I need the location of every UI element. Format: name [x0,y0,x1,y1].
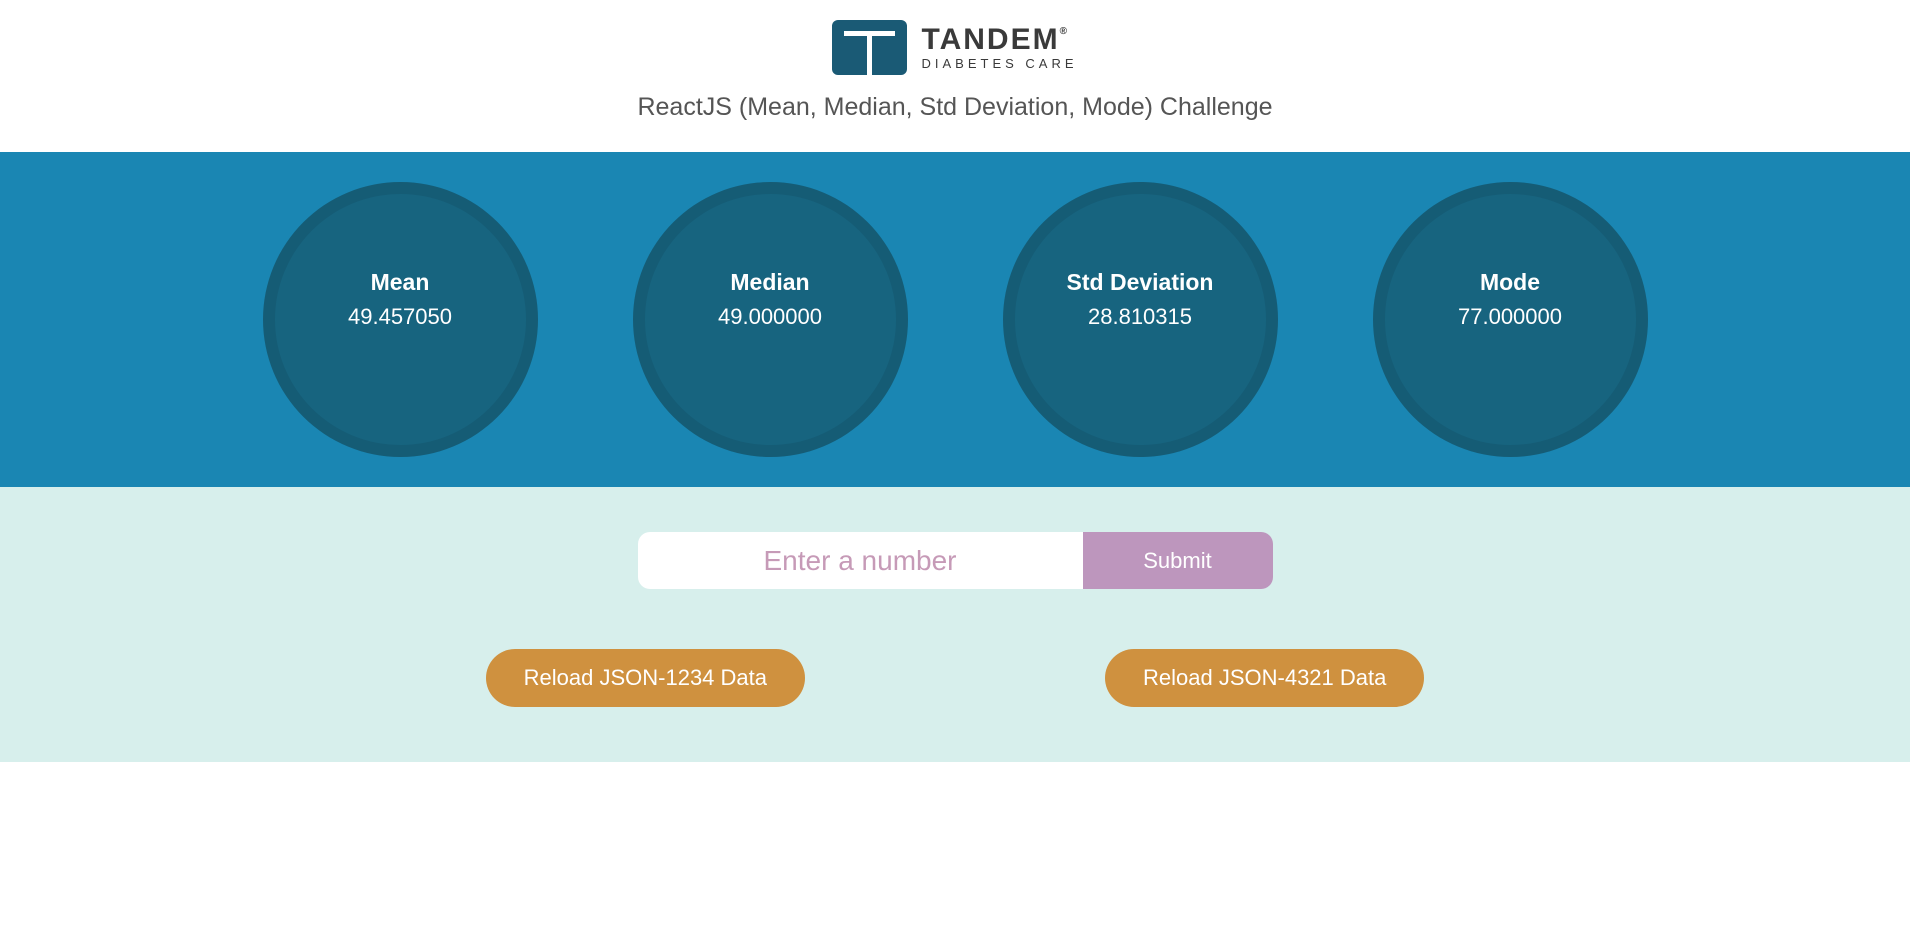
reload-row: Reload JSON-1234 Data Reload JSON-4321 D… [0,649,1910,707]
stat-label: Mean [371,269,430,296]
stat-label: Mode [1480,269,1540,296]
page-subtitle: ReactJS (Mean, Median, Std Deviation, Mo… [0,93,1910,122]
stats-band: Mean 49.457050 Median 49.000000 Std Devi… [0,152,1910,487]
logo-brand: TANDEM® [921,25,1077,55]
stat-label: Median [730,269,809,296]
logo-brand-name: TANDEM [921,23,1059,56]
reload-json-1234-button[interactable]: Reload JSON-1234 Data [486,649,805,707]
stat-circle-std-deviation: Std Deviation 28.810315 [1003,182,1278,457]
reload-json-4321-button[interactable]: Reload JSON-4321 Data [1105,649,1424,707]
lower-panel: Submit Reload JSON-1234 Data Reload JSON… [0,487,1910,762]
stat-circle-mode: Mode 77.000000 [1373,182,1648,457]
page-header: TANDEM® DIABETES CARE ReactJS (Mean, Med… [0,0,1910,152]
logo-icon [832,20,907,75]
stat-value: 28.810315 [1088,304,1192,330]
logo: TANDEM® DIABETES CARE [832,20,1077,75]
submit-button[interactable]: Submit [1083,532,1273,589]
number-input[interactable] [638,532,1083,589]
stat-value: 49.457050 [348,304,452,330]
stat-value: 77.000000 [1458,304,1562,330]
stat-circle-mean: Mean 49.457050 [263,182,538,457]
logo-text: TANDEM® DIABETES CARE [921,25,1077,70]
stat-value: 49.000000 [718,304,822,330]
number-input-row: Submit [638,532,1273,589]
logo-registered-mark: ® [1060,26,1069,37]
stat-label: Std Deviation [1067,269,1214,296]
logo-tagline: DIABETES CARE [921,57,1077,70]
stat-circle-median: Median 49.000000 [633,182,908,457]
